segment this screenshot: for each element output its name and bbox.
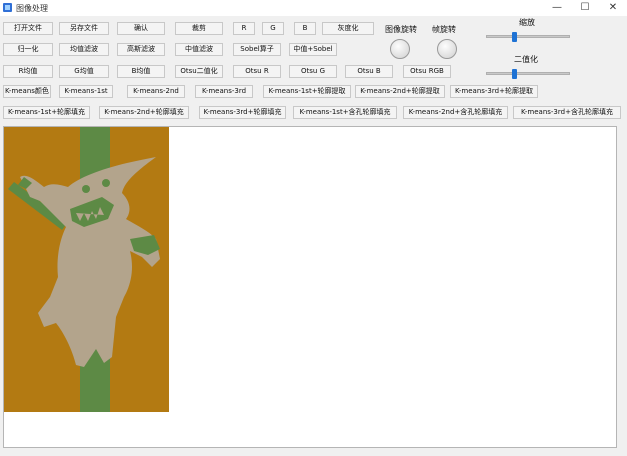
window-title: 图像处理 <box>16 4 48 13</box>
grayscale-button[interactable]: 灰度化 <box>322 22 374 35</box>
binarize-slider-thumb[interactable] <box>512 69 518 79</box>
loaded-image <box>4 127 169 412</box>
kmeans-1st-hole-fill-button[interactable]: K-means-1st+含孔轮廓填充 <box>293 106 397 119</box>
crop-button[interactable]: 裁剪 <box>175 22 223 35</box>
kmeans-1st-fill-button[interactable]: K-means-1st+轮廓填充 <box>3 106 90 119</box>
b-mean-button[interactable]: B均值 <box>117 65 165 78</box>
zoom-label: 缩放 <box>519 18 535 27</box>
kmeans-3rd-hole-fill-button[interactable]: K-means-3rd+含孔轮廓填充 <box>513 106 621 119</box>
r-mean-button[interactable]: R均值 <box>3 65 53 78</box>
binarize-slider[interactable] <box>486 72 570 75</box>
title-bar: 图像处理 — ☐ ✕ <box>0 0 627 16</box>
open-file-button[interactable]: 打开文件 <box>3 22 53 35</box>
binarize-label: 二值化 <box>514 55 538 64</box>
otsu-b-button[interactable]: Otsu B <box>345 65 393 78</box>
kmeans-3rd-fill-button[interactable]: K-means-3rd+轮廓填充 <box>199 106 286 119</box>
kmeans-color-button[interactable]: K-means颜色 <box>3 85 51 98</box>
save-as-button[interactable]: 另存文件 <box>59 22 109 35</box>
g-channel-button[interactable]: G <box>262 22 284 35</box>
otsu-rgb-button[interactable]: Otsu RGB <box>403 65 451 78</box>
app-icon <box>3 3 12 12</box>
b-channel-button[interactable]: B <box>294 22 316 35</box>
g-mean-button[interactable]: G均值 <box>59 65 109 78</box>
kmeans-3rd-button[interactable]: K-means-3rd <box>195 85 253 98</box>
otsu-r-button[interactable]: Otsu R <box>233 65 281 78</box>
image-content <box>4 127 169 412</box>
frame-rotate-label: 帧旋转 <box>432 25 456 34</box>
median-filter-button[interactable]: 中值滤波 <box>175 43 223 56</box>
kmeans-2nd-button[interactable]: K-means-2nd <box>127 85 185 98</box>
image-canvas[interactable] <box>3 126 617 448</box>
kmeans-2nd-contour-button[interactable]: K-means-2nd+轮廓提取 <box>355 85 445 98</box>
otsu-binarize-button[interactable]: Otsu二值化 <box>175 65 223 78</box>
maximize-button[interactable]: ☐ <box>571 0 599 16</box>
r-channel-button[interactable]: R <box>233 22 255 35</box>
kmeans-3rd-contour-button[interactable]: K-means-3rd+轮廓提取 <box>450 85 538 98</box>
minimize-button[interactable]: — <box>543 0 571 16</box>
zoom-slider[interactable] <box>486 35 570 38</box>
close-button[interactable]: ✕ <box>599 0 627 16</box>
otsu-g-button[interactable]: Otsu G <box>289 65 337 78</box>
gaussian-filter-button[interactable]: 高斯滤波 <box>117 43 165 56</box>
image-rotate-label: 图像旋转 <box>385 25 417 34</box>
zoom-slider-thumb[interactable] <box>512 32 518 42</box>
kmeans-1st-contour-button[interactable]: K-means-1st+轮廓提取 <box>263 85 351 98</box>
image-rotate-dial[interactable] <box>390 39 410 59</box>
sobel-button[interactable]: Sobel算子 <box>233 43 281 56</box>
normalize-button[interactable]: 归一化 <box>3 43 53 56</box>
confirm-button[interactable]: 确认 <box>117 22 165 35</box>
median-sobel-button[interactable]: 中值+Sobel <box>289 43 337 56</box>
mean-filter-button[interactable]: 均值滤波 <box>59 43 109 56</box>
kmeans-2nd-hole-fill-button[interactable]: K-means-2nd+含孔轮廓填充 <box>403 106 508 119</box>
frame-rotate-dial[interactable] <box>437 39 457 59</box>
kmeans-2nd-fill-button[interactable]: K-means-2nd+轮廓填充 <box>99 106 189 119</box>
kmeans-1st-button[interactable]: K-means-1st <box>59 85 113 98</box>
